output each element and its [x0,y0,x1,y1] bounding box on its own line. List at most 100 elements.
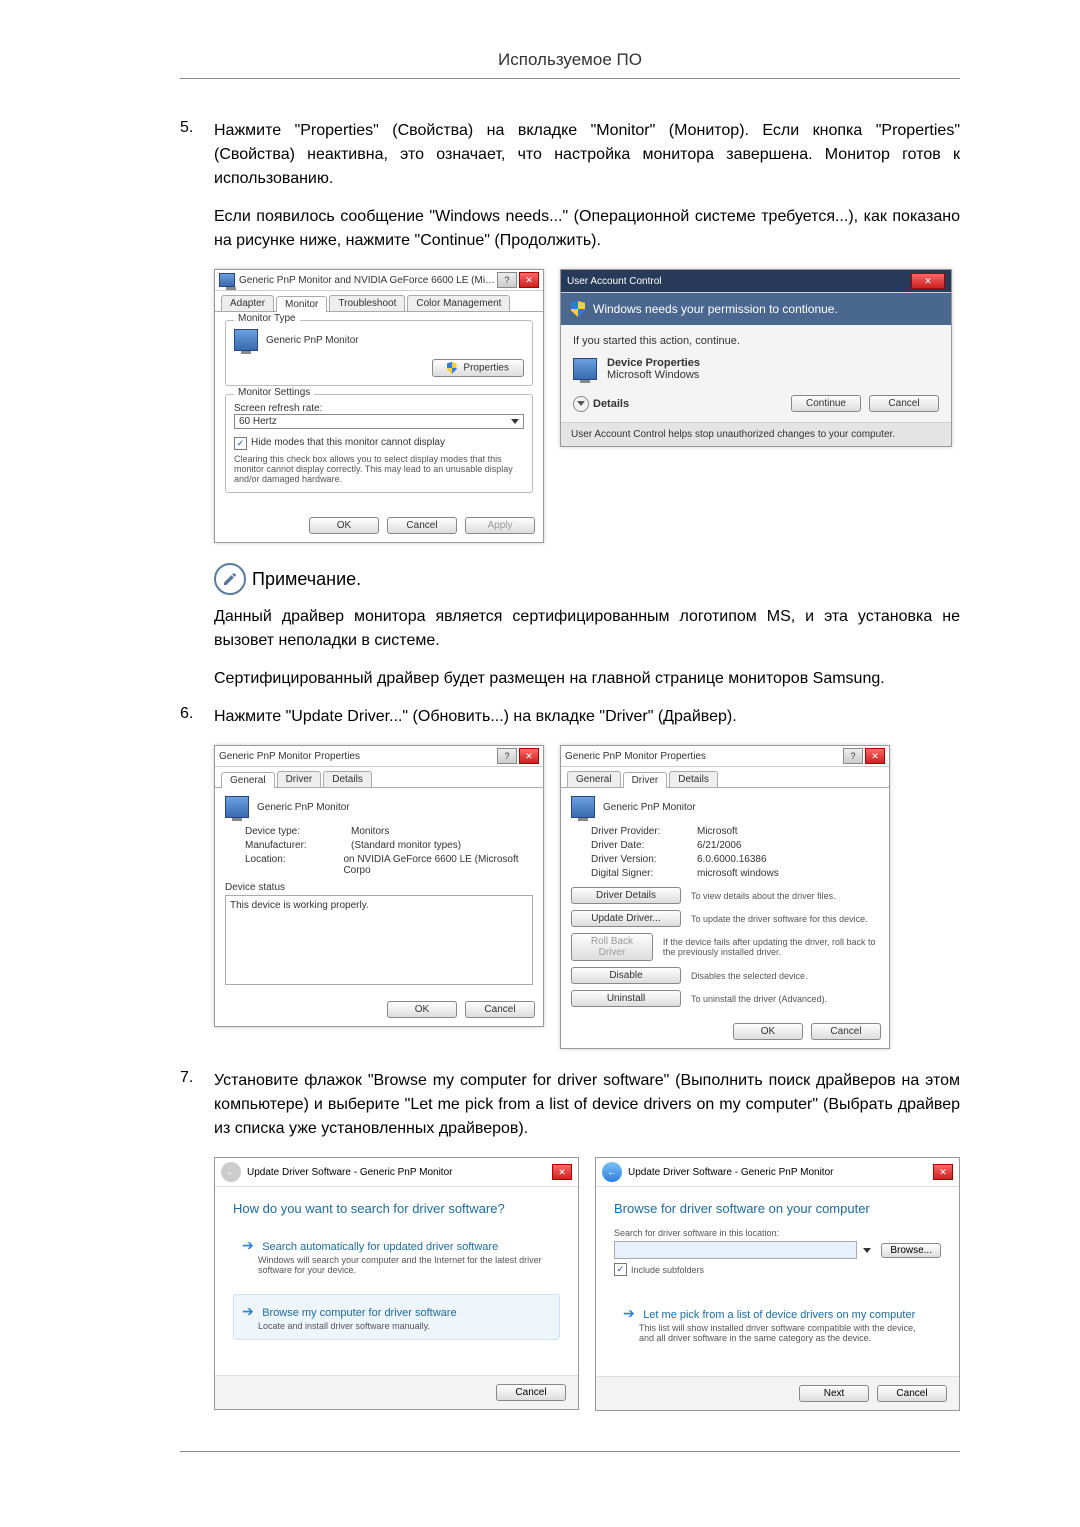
tab-adapter[interactable]: Adapter [221,295,274,311]
driver-date-value: 6/21/2006 [697,840,742,851]
device-props-general-dialog: Generic PnP Monitor Properties ? ✕ Gener… [214,745,544,1027]
device-type-value: Monitors [351,826,389,837]
figure-row-3: ← Update Driver Software - Generic PnP M… [214,1157,960,1411]
digital-signer-key: Digital Signer: [591,868,691,879]
close-button[interactable]: ✕ [519,272,539,288]
browse-button[interactable]: Browse... [881,1243,941,1258]
chevron-down-icon[interactable] [863,1248,871,1253]
close-button[interactable]: ✕ [865,748,885,764]
location-value: on NVIDIA GeForce 6600 LE (Microsoft Cor… [343,854,533,876]
device-status-text: This device is working properly. [230,900,369,911]
roll-back-button[interactable]: Roll Back Driver [571,933,653,961]
driver-version-key: Driver Version: [591,854,691,865]
page-footer-rule [180,1451,960,1452]
tab-troubleshoot[interactable]: Troubleshoot [329,295,405,311]
driver-details-button[interactable]: Driver Details [571,887,681,904]
search-location-label: Search for driver software in this locat… [614,1228,941,1238]
tab-driver[interactable]: Driver [623,772,668,788]
cancel-button[interactable]: Cancel [869,395,939,412]
continue-button[interactable]: Continue [791,395,861,412]
shield-icon [571,301,585,317]
refresh-rate-label: Screen refresh rate: [234,403,524,414]
hide-modes-checkbox[interactable] [234,437,247,450]
disable-desc: Disables the selected device. [691,971,808,981]
device-status-label: Device status [225,882,533,893]
option-description: Windows will search your computer and th… [258,1255,551,1275]
search-automatically-option[interactable]: ➔ Search automatically for updated drive… [233,1228,560,1284]
tab-driver[interactable]: Driver [277,771,322,787]
arrow-icon: ➔ [242,1303,254,1319]
tab-color-management[interactable]: Color Management [407,295,510,311]
ok-button[interactable]: OK [733,1023,803,1040]
page-header: Используемое ПО [180,50,960,79]
note-paragraph-2: Сертифицированный драйвер будет размещен… [214,667,960,691]
monitor-icon [225,796,249,818]
browse-computer-option[interactable]: ➔ Browse my computer for driver software… [233,1294,560,1340]
arrow-icon: ➔ [623,1305,635,1321]
step-6-text: Нажмите "Update Driver..." (Обновить...)… [214,705,960,729]
device-type-key: Device type: [245,826,345,837]
monitor-name: Generic PnP Monitor [603,802,696,813]
disable-button[interactable]: Disable [571,967,681,984]
refresh-rate-select[interactable]: 60 Hertz [234,414,524,429]
display-properties-dialog: Generic PnP Monitor and NVIDIA GeForce 6… [214,269,544,543]
tab-monitor[interactable]: Monitor [276,296,327,312]
apply-button[interactable]: Apply [465,517,535,534]
uac-foot-hint: User Account Control helps stop unauthor… [561,422,951,446]
uac-dialog: User Account Control ✕ Windows needs you… [560,269,952,447]
search-location-input[interactable] [614,1241,857,1259]
uac-subtext: If you started this action, continue. [573,335,939,347]
close-button[interactable]: ✕ [933,1164,953,1180]
step-5-text-1: Нажмите "Properties" (Свойства) на вклад… [214,119,960,191]
include-subfolders-label: Include subfolders [631,1265,704,1275]
ok-button[interactable]: OK [309,517,379,534]
cancel-button[interactable]: Cancel [877,1385,947,1402]
step-7-number: 7. [180,1069,214,1141]
ok-button[interactable]: OK [387,1001,457,1018]
hide-modes-description: Clearing this check box allows you to se… [234,454,524,484]
digital-signer-value: microsoft windows [697,868,779,879]
close-button[interactable]: ✕ [519,748,539,764]
uninstall-button[interactable]: Uninstall [571,990,681,1007]
step-6-number: 6. [180,705,214,729]
help-button[interactable]: ? [497,748,517,764]
cancel-button[interactable]: Cancel [465,1001,535,1018]
help-button[interactable]: ? [497,272,517,288]
tab-general[interactable]: General [567,771,621,787]
hide-modes-label: Hide modes that this monitor cannot disp… [251,437,445,450]
close-button[interactable]: ✕ [911,273,945,289]
monitor-name: Generic PnP Monitor [266,335,359,346]
option-description: Locate and install driver software manua… [258,1321,551,1331]
update-driver-desc: To update the driver software for this d… [691,914,868,924]
tab-general[interactable]: General [221,772,275,788]
nav-back-button[interactable]: ← [602,1162,622,1182]
properties-button[interactable]: Properties [432,359,524,377]
shield-icon [447,362,457,374]
update-driver-button[interactable]: Update Driver... [571,910,681,927]
roll-back-desc: If the device fails after updating the d… [663,937,879,957]
uac-title: User Account Control [567,276,911,287]
driver-details-desc: To view details about the driver files. [691,891,836,901]
uac-publisher: Microsoft Windows [607,369,700,381]
uac-headline: Windows needs your permission to contion… [593,302,838,316]
tab-details[interactable]: Details [669,771,718,787]
cancel-button[interactable]: Cancel [811,1023,881,1040]
monitor-icon [219,273,235,287]
app-icon [573,358,597,380]
chevron-down-icon[interactable] [573,396,589,412]
let-me-pick-option[interactable]: ➔ Let me pick from a list of device driv… [614,1296,941,1352]
wizard-heading: How do you want to search for driver sof… [233,1201,560,1216]
cancel-button[interactable]: Cancel [387,517,457,534]
tab-details[interactable]: Details [323,771,372,787]
next-button[interactable]: Next [799,1385,869,1402]
location-key: Location: [245,854,337,876]
step-7-text: Установите флажок "Browse my computer fo… [214,1069,960,1141]
include-subfolders-checkbox[interactable] [614,1263,627,1276]
help-button[interactable]: ? [843,748,863,764]
driver-provider-value: Microsoft [697,826,738,837]
update-driver-wizard-search: ← Update Driver Software - Generic PnP M… [214,1157,579,1410]
cancel-button[interactable]: Cancel [496,1384,566,1401]
nav-back-button[interactable]: ← [221,1162,241,1182]
close-button[interactable]: ✕ [552,1164,572,1180]
uac-details[interactable]: Details [593,398,629,410]
